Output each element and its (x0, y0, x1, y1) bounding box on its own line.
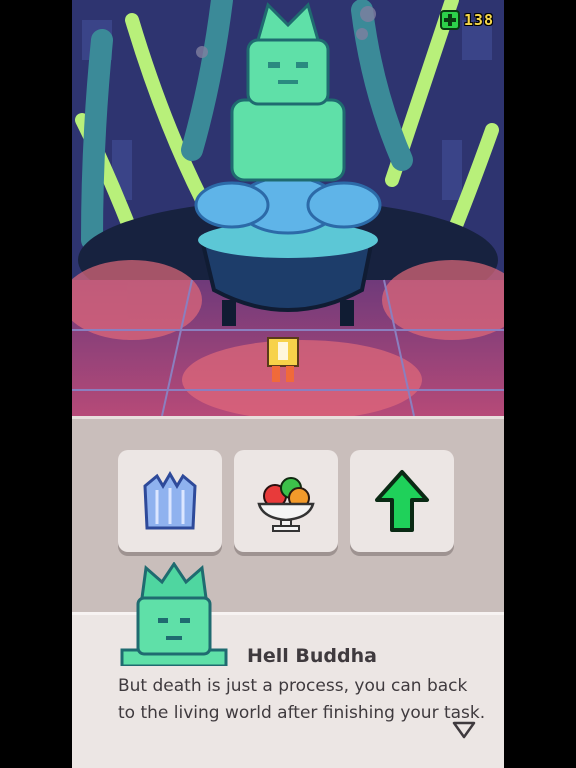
item-slot-fruit-bowl[interactable] (234, 450, 338, 552)
item-slot-upgrade[interactable] (350, 450, 454, 552)
green-up-arrow-icon (375, 470, 429, 532)
temple-scene (72, 0, 504, 416)
green-plus-icon (439, 10, 460, 30)
down-triangle-icon[interactable] (452, 720, 476, 740)
currency-counter: 138 (439, 10, 494, 30)
game-screen: 138 Hell Buddha But death is just a proc… (72, 0, 504, 768)
dialog-text: But death is just a process, you can bac… (118, 676, 486, 723)
crystal-armor-icon (143, 471, 197, 530)
speaker-portrait (120, 562, 228, 666)
speaker-name: Hell Buddha (247, 645, 377, 667)
fruit-bowl-icon (257, 477, 315, 532)
currency-count: 138 (463, 11, 494, 29)
item-slot-crystal-armor[interactable] (118, 450, 222, 552)
